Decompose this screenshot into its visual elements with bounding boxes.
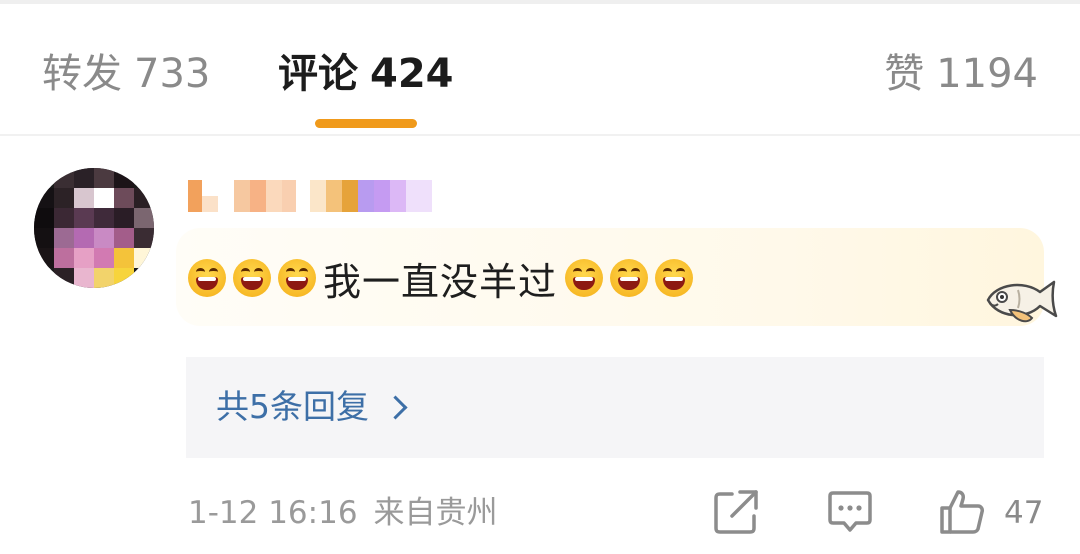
view-replies-link[interactable]: 共5条回复 — [216, 385, 408, 429]
tab-repost[interactable]: 转发 733 — [42, 44, 210, 104]
chevron-right-icon — [383, 394, 408, 420]
tab-likes-count: 1194 — [936, 51, 1038, 97]
replies-count-label: 共5条回复 — [216, 387, 369, 426]
tab-comments[interactable]: 评论 424 — [278, 44, 454, 104]
fish-sticker-icon — [986, 280, 1058, 323]
tab-comments-count: 424 — [370, 51, 454, 97]
laughing-face-icon — [565, 259, 604, 297]
comment-icon[interactable] — [824, 486, 876, 538]
tab-comments-label: 评论 — [278, 51, 358, 97]
comment-location: 来自贵州 — [373, 495, 498, 531]
thumbs-up-icon[interactable] — [936, 486, 988, 538]
tabs-divider — [0, 134, 1080, 136]
weibo-comment-screen: 转发 733 评论 424 赞 1194 我一直没羊过 共5条回复 1-12 1… — [0, 0, 1080, 554]
tab-repost-count: 733 — [134, 51, 211, 97]
tab-repost-label: 转发 — [42, 51, 122, 97]
laughing-face-icon — [233, 259, 271, 297]
replies-box[interactable]: 共5条回复 — [186, 357, 1044, 458]
tab-likes[interactable]: 赞 1194 — [884, 44, 1038, 104]
laughing-face-icon — [610, 259, 649, 297]
laughing-face-icon — [655, 259, 694, 297]
comment-meta: 1-12 16:16 来自贵州 — [188, 491, 498, 535]
comment-text: 我一直没羊过 — [323, 259, 558, 304]
share-icon[interactable] — [710, 486, 762, 538]
comment-body: 我一直没羊过 — [188, 254, 700, 304]
tab-likes-label: 赞 — [884, 51, 925, 97]
active-tab-indicator — [315, 119, 417, 128]
laughing-face-icon — [278, 259, 316, 297]
comment-timestamp: 1-12 16:16 — [188, 495, 358, 531]
top-divider — [0, 0, 1080, 4]
like-count: 47 — [1004, 495, 1044, 531]
laughing-face-icon — [188, 259, 226, 297]
avatar[interactable] — [34, 168, 154, 288]
